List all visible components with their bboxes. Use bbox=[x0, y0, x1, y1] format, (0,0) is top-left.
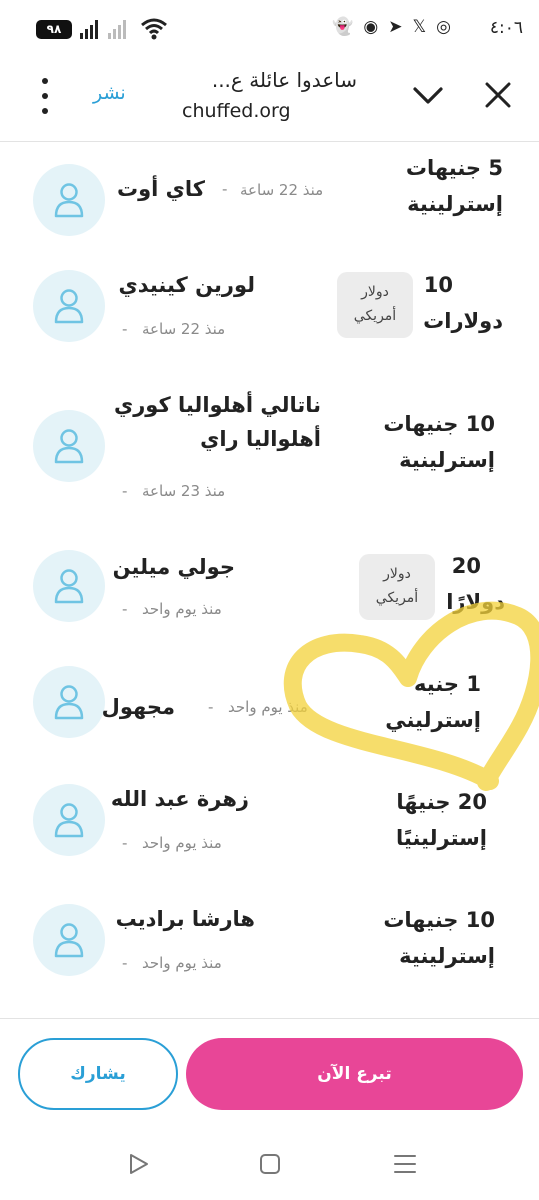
amount-value: 10 جنيهات bbox=[383, 908, 495, 932]
telegram-icon: ➤ bbox=[388, 17, 403, 37]
donation-time: منذ يوم واحد bbox=[142, 600, 222, 618]
messenger-icon: ◎ bbox=[436, 17, 451, 37]
donation-amount: 10 جنيهات إسترلينية bbox=[383, 406, 495, 478]
user-icon bbox=[54, 183, 84, 218]
donation-row: هارشا براديب - منذ يوم واحد 10 جنيهات إس… bbox=[0, 882, 539, 1000]
clock: ٤:٠٦ bbox=[489, 18, 523, 38]
signal-secondary-icon bbox=[108, 20, 126, 39]
donation-time: منذ يوم واحد bbox=[142, 834, 222, 852]
amount-currency: إسترلينية bbox=[399, 448, 495, 472]
donation-row: مجهول - منذ يوم واحد 1 جنيه إسترليني bbox=[0, 646, 539, 764]
more-menu-icon[interactable] bbox=[38, 78, 52, 114]
badge-line: دولار bbox=[361, 284, 389, 300]
close-icon[interactable] bbox=[481, 78, 515, 112]
separator: - bbox=[222, 180, 228, 198]
user-icon bbox=[54, 429, 84, 464]
donor-name: لورين كينيدي bbox=[118, 273, 255, 297]
separator: - bbox=[122, 482, 128, 500]
donor-name-line: أهلواليا راي bbox=[200, 427, 321, 451]
donation-row: ناتالي أهلواليا كوري أهلواليا راي - منذ … bbox=[0, 378, 539, 516]
amount-value: 10 جنيهات bbox=[383, 412, 495, 436]
amount-currency: دولارًا bbox=[446, 590, 505, 614]
donation-time: منذ يوم واحد bbox=[228, 698, 308, 716]
currency-badge: دولار أمريكي bbox=[337, 272, 413, 338]
battery-indicator: ٩٨ bbox=[36, 20, 72, 39]
separator: - bbox=[122, 954, 128, 972]
notification-icons: 👻 ◉ ➤ 𝕏 ◎ bbox=[332, 17, 451, 37]
avatar bbox=[33, 270, 105, 342]
discord-icon: ◉ bbox=[363, 17, 379, 37]
amount-value: 5 جنيهات bbox=[405, 156, 503, 180]
donation-time: منذ 22 ساعة bbox=[142, 320, 226, 338]
action-bar: يشارك تبرع الآن bbox=[0, 1018, 539, 1128]
donation-amount: 20 جنيهًا إسترلينيًا bbox=[396, 784, 487, 856]
donor-name: جولي ميلين bbox=[112, 555, 235, 579]
amount-value: 20 جنيهًا bbox=[396, 790, 487, 814]
page-url: chuffed.org bbox=[182, 100, 291, 122]
donor-name: مجهول bbox=[101, 695, 175, 719]
donor-name-line: ناتالي أهلواليا كوري bbox=[113, 393, 321, 417]
back-icon[interactable] bbox=[124, 1150, 152, 1178]
user-icon bbox=[54, 289, 84, 324]
donation-row: لورين كينيدي - منذ 22 ساعة دولار أمريكي … bbox=[0, 260, 539, 378]
donor-name: زهرة عبد الله bbox=[110, 787, 249, 811]
donation-amount: 10 جنيهات إسترلينية bbox=[383, 902, 495, 974]
system-nav-bar bbox=[0, 1128, 539, 1200]
amount-value: 1 جنيه bbox=[414, 672, 481, 696]
avatar bbox=[33, 410, 105, 482]
donation-amount: 10 دولارات bbox=[423, 267, 503, 339]
browser-toolbar: ساعدوا عائلة ع... chuffed.org نشر bbox=[0, 60, 539, 142]
x-icon: 𝕏 bbox=[412, 17, 427, 37]
donation-amount: 1 جنيه إسترليني bbox=[385, 666, 481, 738]
share-link[interactable]: نشر bbox=[93, 82, 126, 104]
amount-currency: دولارات bbox=[423, 309, 503, 333]
avatar bbox=[33, 904, 105, 976]
amount-currency: إسترلينيًا bbox=[396, 826, 487, 850]
donation-row: جولي ميلين - منذ يوم واحد دولار أمريكي 2… bbox=[0, 516, 539, 646]
donation-row: كاي أوت - منذ 22 ساعة 5 جنيهات إسترلينية bbox=[0, 142, 539, 260]
user-icon bbox=[54, 803, 84, 838]
avatar bbox=[33, 550, 105, 622]
donation-amount: 20 دولارًا bbox=[446, 548, 505, 620]
user-icon bbox=[54, 685, 84, 720]
separator: - bbox=[122, 320, 128, 338]
donor-name: هارشا براديب bbox=[115, 907, 255, 931]
avatar bbox=[33, 784, 105, 856]
currency-badge: دولار أمريكي bbox=[359, 554, 435, 620]
donate-now-button[interactable]: تبرع الآن bbox=[186, 1038, 523, 1110]
amount-currency: إسترلينية bbox=[399, 944, 495, 968]
donor-name: كاي أوت bbox=[116, 177, 205, 201]
chevron-down-icon[interactable] bbox=[411, 80, 445, 110]
separator: - bbox=[122, 834, 128, 852]
amount-value: 20 bbox=[451, 554, 481, 578]
badge-line: أمريكي bbox=[353, 308, 397, 324]
amount-value: 10 bbox=[423, 273, 453, 297]
home-icon[interactable] bbox=[256, 1150, 284, 1178]
amount-currency: إسترلينية bbox=[407, 192, 503, 216]
avatar bbox=[33, 666, 105, 738]
donation-time: منذ 22 ساعة bbox=[240, 181, 324, 199]
share-button[interactable]: يشارك bbox=[18, 1038, 178, 1110]
avatar bbox=[33, 164, 105, 236]
donation-amount: 5 جنيهات إسترلينية bbox=[406, 150, 503, 222]
donation-row: زهرة عبد الله - منذ يوم واحد 20 جنيهًا إ… bbox=[0, 764, 539, 882]
donation-time: منذ 23 ساعة bbox=[142, 482, 226, 500]
user-icon bbox=[54, 923, 84, 958]
donation-time: منذ يوم واحد bbox=[142, 954, 222, 972]
badge-line: دولار bbox=[383, 566, 411, 582]
separator: - bbox=[208, 698, 214, 716]
user-icon bbox=[54, 569, 84, 604]
snapchat-icon: 👻 bbox=[332, 17, 354, 37]
donor-name: ناتالي أهلواليا كوري أهلواليا راي bbox=[114, 388, 321, 456]
amount-currency: إسترليني bbox=[385, 708, 481, 732]
recents-icon[interactable] bbox=[391, 1150, 419, 1178]
signal-icon bbox=[80, 20, 98, 39]
separator: - bbox=[122, 600, 128, 618]
wifi-icon bbox=[141, 18, 167, 40]
badge-line: أمريكي bbox=[375, 590, 419, 606]
status-bar: ٩٨ 👻 ◉ ➤ 𝕏 ◎ ٤:٠٦ bbox=[0, 0, 539, 60]
page-title: ساعدوا عائلة ع... bbox=[211, 68, 357, 92]
